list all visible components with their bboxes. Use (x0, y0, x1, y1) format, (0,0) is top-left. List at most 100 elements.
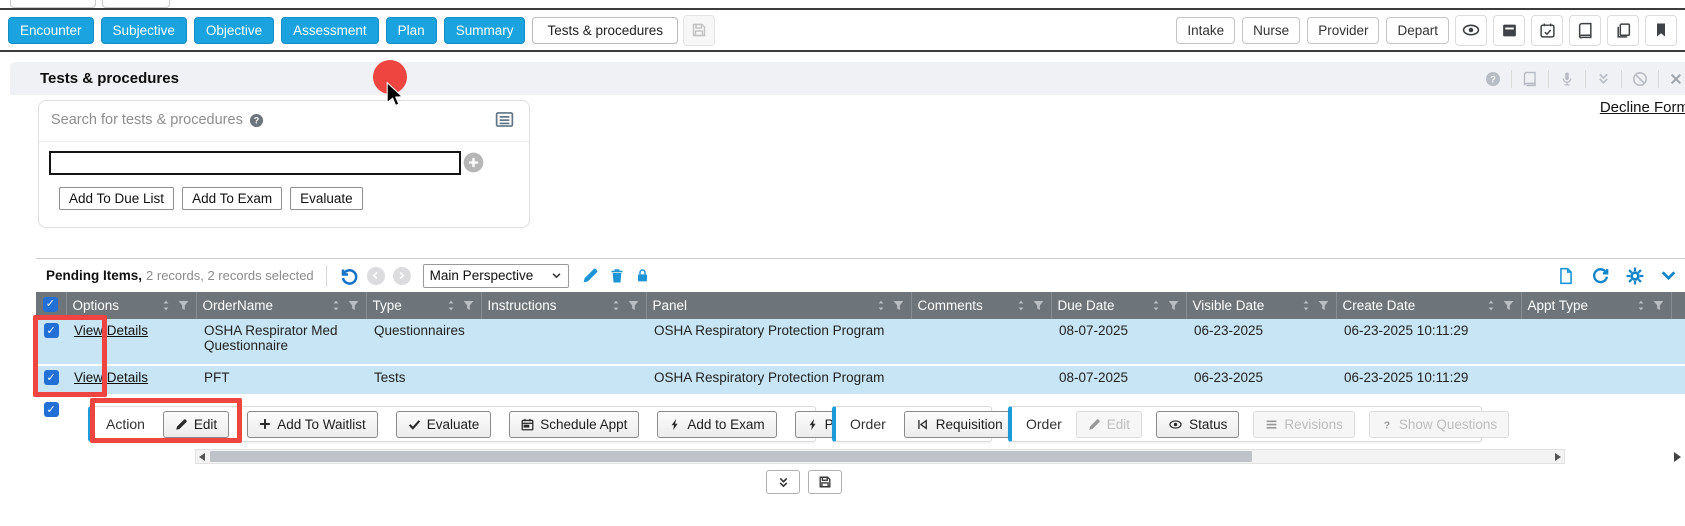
column-type[interactable]: Type (366, 292, 481, 319)
app-window: Encounter Subjective Objective Assessmen… (0, 0, 1685, 526)
cell-due-date: 08-07-2025 (1051, 365, 1186, 394)
pending-items-panel: Pending Items, 2 records, 2 records sele… (36, 258, 1685, 394)
eye-icon[interactable] (1455, 15, 1487, 46)
horizontal-scrollbar[interactable] (195, 449, 1565, 464)
close-icon[interactable] (1669, 72, 1683, 86)
evaluate-button[interactable]: Evaluate (396, 411, 492, 438)
footer-checkbox[interactable] (44, 402, 59, 417)
tab-plan[interactable]: Plan (386, 17, 437, 44)
undo-icon[interactable] (339, 266, 359, 286)
chevron-right-circle-icon[interactable] (393, 267, 411, 285)
svg-text:?: ? (1384, 419, 1390, 431)
tab-assessment[interactable]: Assessment (281, 17, 379, 44)
provider-button[interactable]: Provider (1307, 17, 1379, 44)
outer-scroll-right-arrow[interactable] (1674, 452, 1681, 462)
cell-comments (911, 319, 1051, 365)
column-options[interactable]: Options (66, 292, 196, 319)
tab-subjective[interactable]: Subjective (101, 17, 187, 44)
tab-summary[interactable]: Summary (444, 17, 526, 44)
add-to-due-list-button[interactable]: Add To Due List (59, 187, 174, 210)
plus-circle-icon[interactable] (463, 152, 484, 173)
list-icon[interactable] (494, 109, 515, 130)
copy-icon[interactable] (1607, 15, 1639, 46)
view-details-link[interactable]: View Details (74, 370, 148, 385)
revisions-button[interactable]: Revisions (1253, 411, 1355, 438)
scroll-right-arrow[interactable] (1555, 453, 1561, 461)
book-icon[interactable] (1569, 15, 1601, 46)
column-create-date[interactable]: Create Date (1336, 292, 1521, 319)
tab-objective[interactable]: Objective (194, 17, 274, 44)
chevron-down-icon[interactable] (1660, 267, 1677, 284)
gear-icon[interactable] (1626, 267, 1644, 285)
add-to-waitlist-button[interactable]: Add To Waitlist (247, 411, 378, 438)
column-cutoff (1671, 292, 1685, 319)
pencil-icon[interactable] (582, 267, 599, 284)
tab-tests-procedures-active[interactable]: Tests & procedures (532, 17, 678, 44)
cell-order-name: PFT (196, 365, 366, 394)
bolt-icon (807, 418, 819, 431)
help-icon[interactable]: ? (249, 113, 264, 128)
perspective-select[interactable]: Main Perspective (423, 264, 569, 288)
refresh-icon[interactable] (1591, 266, 1610, 285)
svg-text:?: ? (1490, 74, 1496, 85)
book-icon[interactable] (1522, 71, 1538, 87)
evaluate-button[interactable]: Evaluate (290, 187, 363, 210)
cell-create-date: 06-23-2025 10:11:29 (1336, 365, 1521, 394)
filter-icon (462, 299, 475, 312)
scrollbar-thumb[interactable] (210, 451, 1252, 462)
filter-icon (347, 299, 360, 312)
microphone-icon[interactable] (1559, 71, 1575, 87)
scroll-left-arrow[interactable] (199, 453, 205, 461)
archive-icon[interactable] (1493, 15, 1525, 46)
edit-button[interactable]: Edit (163, 411, 229, 438)
action-button-group: Action Edit Add To Waitlist Evaluate Sch… (88, 406, 816, 442)
tab-encounter[interactable]: Encounter (8, 17, 94, 44)
trash-icon[interactable] (609, 268, 625, 284)
pending-items-title: Pending Items, (46, 268, 142, 283)
intake-button[interactable]: Intake (1176, 17, 1235, 44)
search-input[interactable] (49, 151, 461, 175)
add-to-exam-button[interactable]: Add To Exam (182, 187, 282, 210)
column-due-date[interactable]: Due Date (1051, 292, 1186, 319)
calendar-check-icon[interactable] (1531, 15, 1563, 46)
row-checkbox[interactable] (44, 370, 59, 385)
requisition-button[interactable]: Requisition (904, 411, 1015, 438)
select-all-checkbox[interactable] (43, 297, 58, 312)
lock-icon[interactable] (635, 268, 650, 283)
double-chevron-down-icon[interactable] (1596, 71, 1611, 86)
save-icon[interactable] (808, 470, 842, 494)
chevron-left-circle-icon[interactable] (367, 267, 385, 285)
schedule-appt-button[interactable]: Schedule Appt (509, 411, 639, 438)
depart-button[interactable]: Depart (1386, 17, 1449, 44)
help-icon[interactable]: ? (1485, 71, 1501, 87)
expand-double-chevron-icon[interactable] (766, 470, 800, 494)
document-icon[interactable] (1557, 267, 1575, 285)
column-ordername[interactable]: OrderName (196, 292, 366, 319)
search-card: Search for tests & procedures ? Add To D… (38, 100, 530, 228)
decline-form-link[interactable]: Decline Form (1600, 99, 1685, 116)
plus-icon (259, 418, 271, 430)
order-edit-button[interactable]: Edit (1076, 411, 1142, 438)
table-row[interactable]: View Details OSHA Respirator Med Questio… (36, 319, 1685, 365)
save-icon[interactable] (683, 15, 715, 46)
table-header-row: Options OrderName Type Instructions Pane… (36, 292, 1685, 319)
add-to-exam-button[interactable]: Add to Exam (657, 411, 776, 438)
show-questions-button[interactable]: ? Show Questions (1369, 411, 1509, 438)
cell-order-name: OSHA Respirator Med Questionnaire (196, 319, 366, 365)
sort-icon (1015, 299, 1027, 312)
column-instructions[interactable]: Instructions (481, 292, 646, 319)
block-icon[interactable] (1632, 71, 1648, 87)
row-checkbox[interactable] (44, 323, 59, 338)
bookmark-icon[interactable] (1645, 15, 1677, 46)
status-button[interactable]: Status (1156, 411, 1239, 438)
column-visible-date[interactable]: Visible Date (1186, 292, 1336, 319)
filter-icon (1317, 299, 1330, 312)
column-appt-type[interactable]: Appt Type (1521, 292, 1671, 319)
column-comments[interactable]: Comments (911, 292, 1051, 319)
grid-toolbar-right-icons (1557, 266, 1685, 285)
caret-down-icon (551, 270, 562, 281)
view-details-link[interactable]: View Details (74, 323, 148, 338)
nurse-button[interactable]: Nurse (1242, 17, 1300, 44)
column-panel[interactable]: Panel (646, 292, 911, 319)
table-row[interactable]: View Details PFT Tests OSHA Respiratory … (36, 365, 1685, 394)
